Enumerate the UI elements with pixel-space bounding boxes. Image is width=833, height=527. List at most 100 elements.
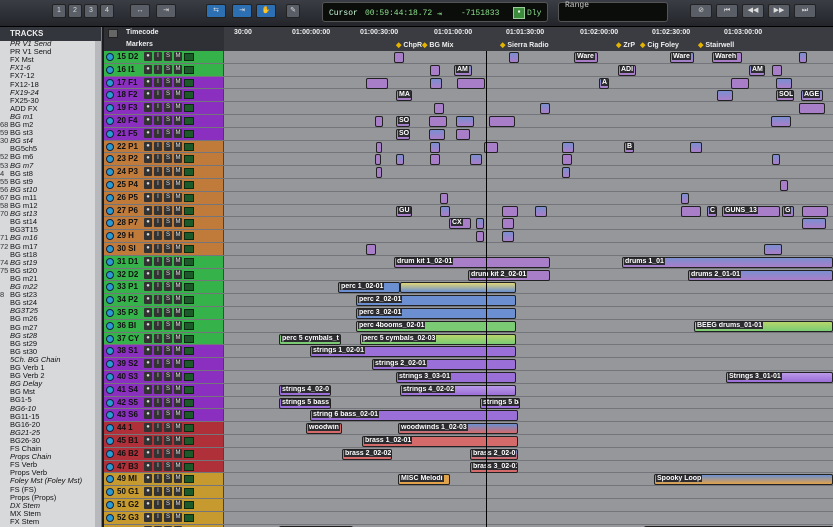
track-header[interactable]: 29 H ● I S M: [104, 230, 224, 242]
solo-button[interactable]: S: [164, 52, 172, 61]
track-view-icon[interactable]: [106, 437, 114, 445]
audio-clip[interactable]: Wareh: [712, 52, 742, 63]
snap-icon[interactable]: ▪: [513, 7, 525, 19]
track-header[interactable]: 36 BI ● I S M: [104, 319, 224, 332]
audio-clip[interactable]: C: [707, 205, 717, 217]
audio-clip[interactable]: brass 3_02-01: [470, 461, 518, 473]
mute-button[interactable]: M: [174, 231, 182, 241]
solo-button[interactable]: S: [164, 128, 172, 138]
track-name[interactable]: 41 S4: [117, 384, 138, 396]
track-name[interactable]: 47 B3: [117, 461, 138, 473]
audio-clip[interactable]: MA: [396, 90, 412, 102]
solo-button[interactable]: S: [164, 397, 172, 407]
mute-button[interactable]: M: [174, 487, 182, 497]
track-header[interactable]: 51 G2 ● I S M: [104, 499, 224, 511]
solo-button[interactable]: S: [164, 461, 172, 471]
mute-button[interactable]: M: [174, 269, 182, 279]
track-name[interactable]: 42 S5: [117, 397, 138, 409]
solo-button[interactable]: S: [164, 512, 172, 522]
audio-clip[interactable]: [429, 116, 447, 127]
audio-clip[interactable]: ADI: [618, 64, 636, 76]
track-header[interactable]: 37 CY ● I S M: [104, 332, 224, 345]
mute-button[interactable]: M: [174, 205, 182, 215]
track-header[interactable]: 16 I1 ● I S M: [104, 63, 224, 76]
audio-clip[interactable]: perc 2_02-01: [356, 295, 516, 307]
record-enable-button[interactable]: ●: [144, 64, 152, 74]
record-enable-button[interactable]: ●: [144, 244, 152, 253]
input-monitor-button[interactable]: I: [154, 397, 162, 407]
track-view-icon[interactable]: [106, 270, 114, 279]
audio-clip[interactable]: [535, 205, 547, 217]
input-monitor-button[interactable]: I: [154, 512, 162, 522]
audio-clip[interactable]: [540, 103, 550, 115]
audio-clip[interactable]: drums 1_01: [622, 256, 833, 268]
marker-item[interactable]: ◆ Stairwell: [698, 41, 734, 49]
track-header[interactable]: 15 D2 ● I S M: [104, 51, 224, 63]
mute-button[interactable]: M: [174, 359, 182, 369]
audio-clip[interactable]: [430, 141, 440, 153]
audio-clip[interactable]: [456, 116, 474, 127]
audio-clip[interactable]: G: [782, 205, 794, 217]
audio-clip[interactable]: [802, 205, 828, 217]
audio-clip[interactable]: drum kit 2_02-01: [468, 269, 550, 281]
audio-clip[interactable]: [456, 128, 470, 140]
mute-button[interactable]: M: [174, 180, 182, 189]
solo-button[interactable]: S: [164, 256, 172, 266]
spot-mode-button[interactable]: 3: [84, 4, 98, 18]
mute-button[interactable]: M: [174, 346, 182, 356]
track-name[interactable]: 36 BI: [117, 320, 136, 332]
grid-mode-button[interactable]: 1: [52, 4, 66, 18]
mute-button[interactable]: M: [174, 154, 182, 164]
track-name[interactable]: 39 S2: [117, 358, 138, 370]
input-monitor-button[interactable]: I: [154, 103, 162, 113]
audio-clip[interactable]: brass 2_02-02: [342, 448, 392, 460]
track-header[interactable]: 25 P4 ● I S M: [104, 179, 224, 191]
record-enable-button[interactable]: ●: [144, 52, 152, 61]
track-header[interactable]: 49 MI ● I S M: [104, 473, 224, 486]
record-enable-button[interactable]: ●: [144, 167, 152, 177]
track-header[interactable]: 39 S2 ● I S M: [104, 358, 224, 370]
track-header[interactable]: 35 P3 ● I S M: [104, 307, 224, 319]
marker-item[interactable]: ◆ ChpR: [396, 41, 422, 49]
input-monitor-button[interactable]: I: [154, 282, 162, 292]
audio-clip[interactable]: [509, 52, 519, 63]
track-name[interactable]: 28 P7: [117, 217, 138, 229]
mute-button[interactable]: M: [174, 384, 182, 394]
track-view-icon[interactable]: [106, 513, 114, 522]
audio-clip[interactable]: MISC Melodi: [398, 474, 450, 486]
input-monitor-button[interactable]: I: [154, 244, 162, 253]
record-enable-button[interactable]: ●: [144, 103, 152, 113]
track-view-icon[interactable]: [106, 411, 114, 420]
record-enable-button[interactable]: ●: [144, 346, 152, 356]
mute-button[interactable]: M: [174, 436, 182, 445]
track-name[interactable]: 24 P3: [117, 166, 138, 178]
track-name[interactable]: 44 1: [117, 422, 133, 434]
track-header[interactable]: 42 S5 ● I S M: [104, 396, 224, 409]
record-enable-button[interactable]: ●: [144, 141, 152, 151]
record-enable-button[interactable]: ●: [144, 436, 152, 445]
track-name[interactable]: 49 MI: [117, 473, 137, 485]
track-header[interactable]: 26 P5 ● I S M: [104, 191, 224, 204]
track-name[interactable]: 51 G2: [117, 499, 139, 511]
solo-button[interactable]: S: [164, 474, 172, 484]
slip-mode-button[interactable]: 2: [68, 4, 82, 18]
audio-clip[interactable]: Ware: [670, 52, 694, 63]
mute-button[interactable]: M: [174, 512, 182, 522]
input-monitor-button[interactable]: I: [154, 167, 162, 177]
audio-clip[interactable]: [802, 218, 826, 230]
solo-button[interactable]: S: [164, 333, 172, 343]
input-monitor-button[interactable]: I: [154, 205, 162, 215]
audio-clip[interactable]: [731, 77, 749, 89]
track-name[interactable]: 34 P2: [117, 294, 138, 306]
track-header[interactable]: 31 D1 ● I S M: [104, 255, 224, 268]
solo-button[interactable]: S: [164, 436, 172, 445]
mute-button[interactable]: M: [174, 244, 182, 253]
audio-clip[interactable]: [430, 64, 440, 76]
input-monitor-button[interactable]: I: [154, 154, 162, 164]
audio-clip[interactable]: woodwin: [306, 423, 342, 435]
audio-clip[interactable]: [772, 64, 782, 76]
solo-button[interactable]: S: [164, 410, 172, 420]
track-name[interactable]: 15 D2: [117, 51, 138, 63]
track-view-icon[interactable]: [106, 219, 114, 228]
track-view-icon[interactable]: [106, 309, 114, 317]
